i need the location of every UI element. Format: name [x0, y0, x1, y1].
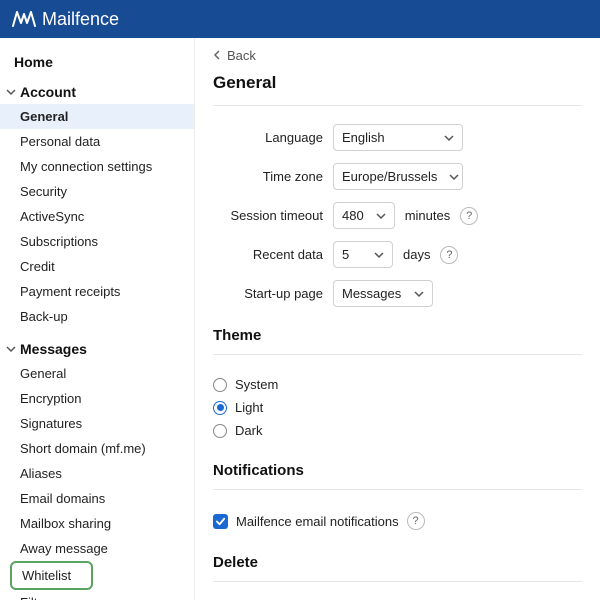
radio-label: System	[235, 377, 278, 392]
section-divider	[213, 354, 582, 355]
sidebar-group-label: Messages	[20, 341, 87, 357]
sidebar-item-activesync[interactable]: ActiveSync	[0, 204, 194, 229]
page-title: General	[213, 73, 582, 93]
chevron-left-icon	[213, 48, 221, 63]
sidebar-item-encryption[interactable]: Encryption	[0, 386, 194, 411]
notifications-title: Notifications	[213, 462, 582, 479]
chevron-down-icon	[4, 85, 18, 99]
select-value: Messages	[342, 286, 401, 301]
chevron-down-icon	[414, 286, 424, 301]
sidebar-item-msg-general[interactable]: General	[0, 361, 194, 386]
label-language: Language	[213, 130, 323, 145]
sidebar-item-payment-receipts[interactable]: Payment receipts	[0, 279, 194, 304]
sidebar-item-away-message[interactable]: Away message	[0, 536, 194, 561]
row-language: Language English	[213, 124, 582, 151]
label-session-timeout: Session timeout	[213, 208, 323, 223]
theme-option-dark[interactable]: Dark	[213, 419, 582, 442]
sidebar-group-account[interactable]: Account	[0, 80, 194, 104]
row-timezone: Time zone Europe/Brussels	[213, 163, 582, 190]
sidebar-item-personal-data[interactable]: Personal data	[0, 129, 194, 154]
checkbox-icon	[213, 514, 228, 529]
help-icon[interactable]: ?	[460, 207, 478, 225]
main-panel: Back General Language English Time zone …	[195, 38, 600, 600]
sidebar-group-messages[interactable]: Messages	[0, 337, 194, 361]
sidebar-item-signatures[interactable]: Signatures	[0, 411, 194, 436]
select-value: Europe/Brussels	[342, 169, 437, 184]
unit-days: days	[403, 247, 430, 262]
theme-option-system[interactable]: System	[213, 373, 582, 396]
theme-option-light[interactable]: Light	[213, 396, 582, 419]
chevron-down-icon	[374, 247, 384, 262]
row-startup-page: Start-up page Messages	[213, 280, 582, 307]
notifications-email-row[interactable]: Mailfence email notifications ?	[213, 508, 582, 534]
brand-name: Mailfence	[42, 9, 119, 30]
top-bar: Mailfence	[0, 0, 600, 38]
section-divider	[213, 581, 582, 582]
chevron-down-icon	[376, 208, 386, 223]
back-link[interactable]: Back	[213, 48, 582, 63]
select-session-timeout[interactable]: 480	[333, 202, 395, 229]
sidebar-item-mailbox-sharing[interactable]: Mailbox sharing	[0, 511, 194, 536]
sidebar-item-backup[interactable]: Back-up	[0, 304, 194, 329]
label-startup-page: Start-up page	[213, 286, 323, 301]
sidebar: Home Account General Personal data My co…	[0, 38, 195, 600]
layout: Home Account General Personal data My co…	[0, 38, 600, 600]
label-timezone: Time zone	[213, 169, 323, 184]
select-startup-page[interactable]: Messages	[333, 280, 433, 307]
label-recent-data: Recent data	[213, 247, 323, 262]
row-recent-data: Recent data 5 days ?	[213, 241, 582, 268]
sidebar-item-subscriptions[interactable]: Subscriptions	[0, 229, 194, 254]
select-timezone[interactable]: Europe/Brussels	[333, 163, 463, 190]
chevron-down-icon	[444, 130, 454, 145]
delete-title: Delete	[213, 554, 582, 571]
radio-icon	[213, 378, 227, 392]
help-icon[interactable]: ?	[407, 512, 425, 530]
sidebar-item-aliases[interactable]: Aliases	[0, 461, 194, 486]
chevron-down-icon	[449, 169, 459, 184]
brand-logo-icon	[12, 10, 36, 28]
select-value: 480	[342, 208, 364, 223]
theme-title: Theme	[213, 327, 582, 344]
section-divider	[213, 105, 582, 106]
sidebar-home[interactable]: Home	[0, 46, 194, 80]
chevron-down-icon	[4, 342, 18, 356]
radio-icon	[213, 424, 227, 438]
section-divider	[213, 489, 582, 490]
sidebar-item-whitelist[interactable]: Whitelist	[10, 561, 93, 590]
select-recent-data[interactable]: 5	[333, 241, 393, 268]
help-icon[interactable]: ?	[440, 246, 458, 264]
sidebar-item-email-domains[interactable]: Email domains	[0, 486, 194, 511]
brand: Mailfence	[12, 9, 119, 30]
select-value: 5	[342, 247, 349, 262]
radio-label: Light	[235, 400, 263, 415]
sidebar-group-label: Account	[20, 84, 76, 100]
sidebar-item-credit[interactable]: Credit	[0, 254, 194, 279]
back-label: Back	[227, 48, 256, 63]
radio-icon	[213, 401, 227, 415]
select-language[interactable]: English	[333, 124, 463, 151]
sidebar-item-connection-settings[interactable]: My connection settings	[0, 154, 194, 179]
select-value: English	[342, 130, 385, 145]
sidebar-item-general[interactable]: General	[0, 104, 194, 129]
row-session-timeout: Session timeout 480 minutes ?	[213, 202, 582, 229]
sidebar-item-security[interactable]: Security	[0, 179, 194, 204]
radio-label: Dark	[235, 423, 262, 438]
unit-minutes: minutes	[405, 208, 451, 223]
sidebar-item-short-domain[interactable]: Short domain (mf.me)	[0, 436, 194, 461]
sidebar-item-filters[interactable]: Filters	[0, 590, 194, 600]
checkbox-label: Mailfence email notifications	[236, 514, 399, 529]
